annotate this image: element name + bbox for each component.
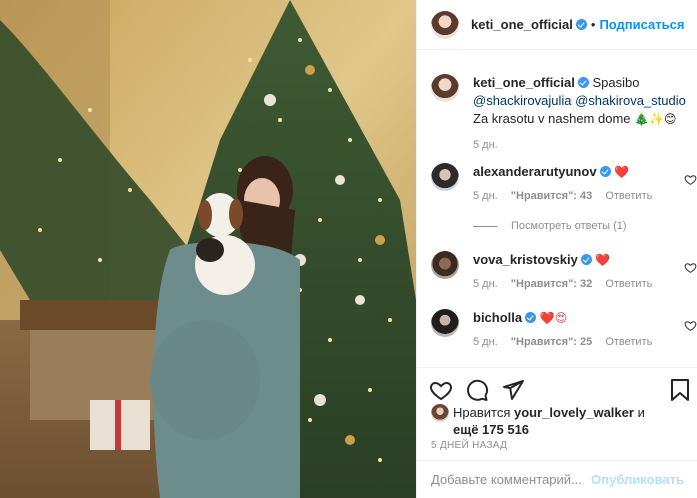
like-heart-icon[interactable] [429,378,453,402]
comment-avatar[interactable] [431,163,459,191]
comment-time[interactable]: 5 дн. [473,336,498,348]
comment-time[interactable]: 5 дн. [473,190,498,202]
caption-text-after: Za krasotu v nashem dome [473,111,635,126]
comment-username[interactable]: alexanderarutyunov [473,164,597,179]
add-comment-bar: Добавьте комментарий... Опубликовать [417,460,697,498]
comment-avatar[interactable] [431,251,459,279]
caption-username[interactable]: keti_one_official [473,75,575,90]
verified-badge-icon [525,312,537,323]
comment-likes[interactable]: "Нравится": 43 [511,190,592,202]
comment-likes[interactable]: "Нравится": 32 [511,278,592,290]
view-replies-label: Посмотреть ответы (1) [511,220,627,232]
reply-button[interactable]: Ответить [605,278,652,290]
heart-icon[interactable] [684,173,697,186]
verified-badge-icon [575,19,587,30]
caption-text: keti_one_official Spasibo @shackirovajul… [473,74,691,128]
caption-emojis: 🎄✨😊 [634,112,677,126]
reply-button[interactable]: Ответить [605,336,652,348]
caption-mention-1[interactable]: @shackirovajulia [473,93,571,108]
comment-line: alexanderarutyunov ❤️ [473,163,691,181]
caption-text-before: Spasibo [588,75,640,90]
author-avatar[interactable] [431,10,459,39]
liker-username[interactable]: your_lovely_walker [514,405,634,420]
comment-likes[interactable]: "Нравится": 25 [511,336,592,348]
heart-icon[interactable] [684,319,697,332]
verified-badge-icon [599,166,611,177]
likes-summary: Нравится your_lovely_walker и ещё 175 516 [431,404,691,438]
comment-avatar[interactable] [431,309,459,337]
comment-username[interactable]: bicholla [473,310,522,325]
photo-illustration [0,0,416,498]
comment-meta: 5 дн. "Нравится": 25 Ответить [473,336,691,348]
comment-input[interactable]: Добавьте комментарий... [431,472,591,487]
publish-button[interactable]: Опубликовать [591,472,684,487]
post-side-panel: keti_one_official • Подписаться keti_one… [416,0,697,498]
likes-middle: и [633,405,645,420]
comment-meta: 5 дн. "Нравится": 32 Ответить [473,278,691,290]
comment-item: alexanderarutyunov ❤️ 5 дн. "Нравится": … [431,163,697,202]
likes-count[interactable]: ещё 175 516 [453,422,529,437]
post-header: keti_one_official • Подписаться [417,0,697,50]
share-icon[interactable] [501,378,525,402]
view-replies-link[interactable]: Посмотреть ответы (1) [473,220,627,232]
author-username[interactable]: keti_one_official [471,17,573,32]
action-bar [417,367,697,405]
verified-badge-icon [577,77,589,88]
heart-icon[interactable] [684,261,697,274]
verified-badge-icon [580,254,592,265]
post-caption: keti_one_official Spasibo @shackirovajul… [431,74,691,151]
bookmark-icon[interactable] [669,378,691,402]
comment-line: bicholla ❤️😍 [473,309,691,327]
comment-item: vova_kristovskiy ❤️ 5 дн. "Нравится": 32… [431,251,697,290]
comment-text: ❤️ [595,253,611,267]
comment-username[interactable]: vova_kristovskiy [473,252,578,267]
reply-button[interactable]: Ответить [605,190,652,202]
comment-line: vova_kristovskiy ❤️ [473,251,691,269]
post-timestamp[interactable]: 5 ДНЕЙ НАЗАД [431,440,507,451]
replies-divider [473,225,497,227]
follow-button[interactable]: Подписаться [599,17,684,32]
caption-time[interactable]: 5 дн. [473,139,691,151]
comment-time[interactable]: 5 дн. [473,278,498,290]
likes-prefix: Нравится [453,405,514,420]
separator-dot: • [590,17,596,32]
comment-item: bicholla ❤️😍 5 дн. "Нравится": 25 Ответи… [431,309,697,348]
caption-avatar[interactable] [431,74,459,102]
comment-text: ❤️😍 [539,311,568,325]
comment-meta: 5 дн. "Нравится": 43 Ответить [473,190,691,202]
comment-text: ❤️ [614,165,630,179]
liker-avatar[interactable] [431,404,449,422]
caption-mention-2[interactable]: @shakirova_studio [575,93,686,108]
comment-icon[interactable] [465,378,489,402]
likes-text: Нравится your_lovely_walker и ещё 175 516 [453,404,691,438]
post-photo[interactable] [0,0,416,498]
